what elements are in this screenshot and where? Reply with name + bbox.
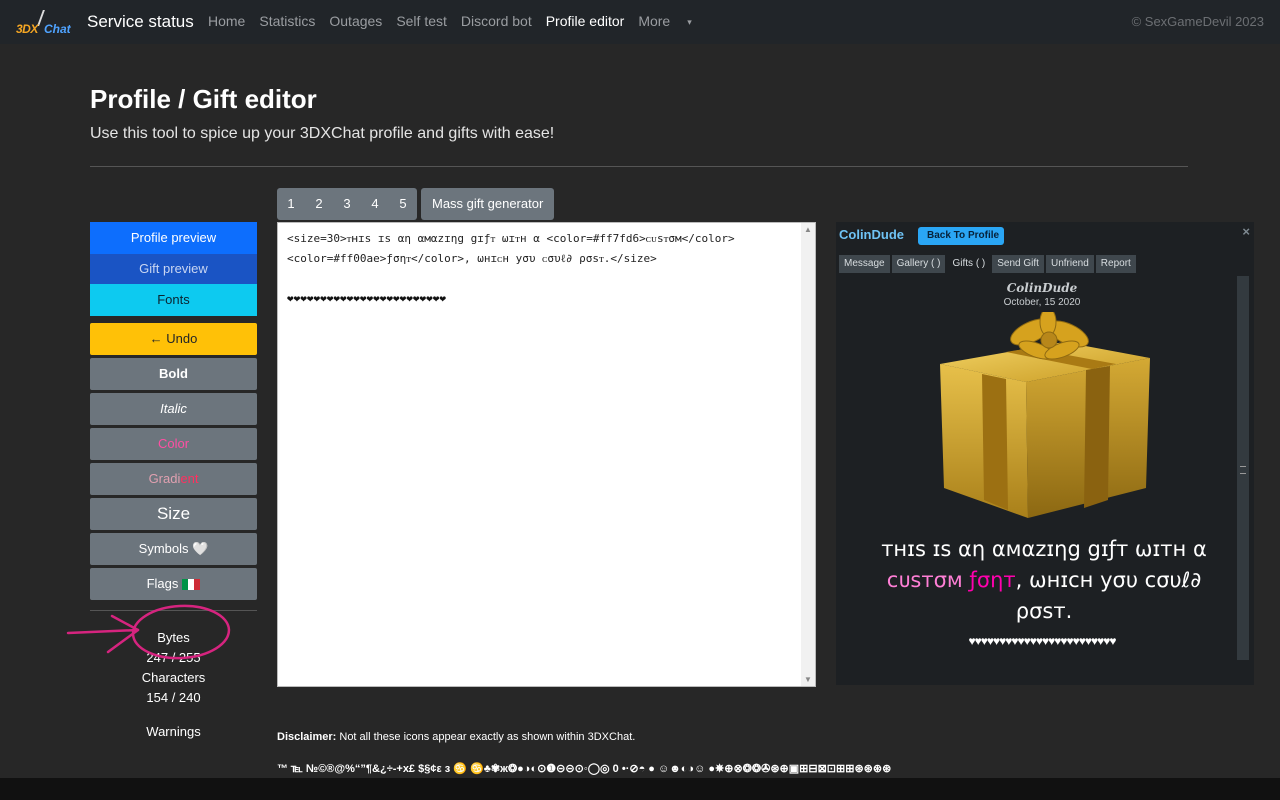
nav-outages[interactable]: Outages — [329, 13, 382, 29]
nav-home[interactable]: Home — [208, 13, 245, 29]
close-icon[interactable]: × — [1242, 224, 1250, 239]
page-subtitle: Use this tool to spice up your 3DXChat p… — [90, 125, 554, 143]
preview-username: ColinDude — [839, 227, 904, 242]
nav-more-dropdown[interactable]: More ▾ — [638, 13, 705, 29]
gift-message: ᴛʜɪs ɪs αη αмαzɪηg gɪƒᴛ ωɪᴛн α ᴄᴜsᴛσм ƒσ… — [856, 534, 1232, 627]
editor-scrollbar[interactable]: ▲ ▼ — [801, 223, 815, 686]
bold-button[interactable]: Bold — [90, 358, 257, 390]
preview-tab-send-gift[interactable]: Send Gift — [992, 255, 1044, 273]
preview-tab-gallery[interactable]: Gallery ( ) — [892, 255, 946, 273]
editor-hearts-line: ❤❤❤❤❤❤❤❤❤❤❤❤❤❤❤❤❤❤❤❤❤❤❤❤ — [287, 289, 797, 309]
gift-message-custom: ᴄᴜsᴛσм — [887, 568, 963, 592]
sidebar: Profile preview Gift preview Fonts ← Und… — [90, 222, 257, 742]
preview-scrollbar[interactable] — [1237, 276, 1249, 660]
flags-button[interactable]: Flags — [90, 568, 257, 600]
gift-preview-button[interactable]: Gift preview — [90, 254, 257, 284]
fonts-button[interactable]: Fonts — [90, 284, 257, 316]
nav-more-label: More — [638, 13, 670, 29]
page-tab-4[interactable]: 4 — [361, 188, 389, 220]
italic-button[interactable]: Italic — [90, 393, 257, 425]
color-button[interactable]: Color — [90, 428, 257, 460]
bytes-label: Bytes — [90, 628, 257, 648]
symbols-palette[interactable]: ™ ℡ №©®@%“”¶&¿÷-+x£ $§¢ε з ♋ ♋♣✾ж❂●◑◐⊙❶⊝… — [277, 762, 1207, 775]
header-divider — [90, 166, 1188, 167]
nav-links: Home Statistics Outages Self test Discor… — [208, 13, 720, 29]
page-tabs: 1 2 3 4 5 Mass gift generator — [277, 188, 554, 220]
back-to-profile-button[interactable]: Back To Profile — [918, 227, 1004, 245]
brand-title[interactable]: Service status — [87, 12, 194, 32]
gradient-label-b: ent — [180, 471, 198, 486]
page-number-group: 1 2 3 4 5 — [277, 188, 417, 220]
logo-text-left: 3DX — [16, 22, 38, 36]
navbar: 3DX Chat Service status Home Statistics … — [0, 0, 1280, 44]
scroll-grip-icon — [1240, 466, 1246, 474]
page-tab-2[interactable]: 2 — [305, 188, 333, 220]
profile-preview-button[interactable]: Profile preview — [90, 222, 257, 254]
gift-message-font: ƒσηᴛ — [969, 568, 1015, 592]
disclaimer: Disclaimer: Not all these icons appear e… — [277, 731, 635, 743]
page-tab-3[interactable]: 3 — [333, 188, 361, 220]
mass-gift-generator-button[interactable]: Mass gift generator — [421, 188, 554, 220]
italy-flag-icon — [182, 579, 200, 590]
gift-message-part-a: ᴛʜɪs ɪs αη αмαzɪηg gɪƒᴛ ωɪᴛн α — [881, 537, 1207, 561]
preview-tabs: Message Gallery ( ) Gifts ( ) Send Gift … — [839, 255, 1136, 273]
undo-button[interactable]: ← Undo — [90, 323, 257, 355]
page-tab-5[interactable]: 5 — [389, 188, 417, 220]
page-tab-1[interactable]: 1 — [277, 188, 305, 220]
scroll-down-icon[interactable]: ▼ — [804, 675, 812, 684]
gift-date: October, 15 2020 — [836, 297, 1248, 308]
gradient-label-a: Gradi — [149, 471, 181, 486]
preview-tab-unfriend[interactable]: Unfriend — [1046, 255, 1094, 273]
size-button[interactable]: Size — [90, 498, 257, 530]
logo-text-right: Chat — [44, 22, 71, 36]
gift-message-part-b: , ωнɪᴄн уσυ ᴄσυℓ∂ ρσsᴛ. — [1016, 568, 1202, 623]
gift-sender: ColinDude — [836, 281, 1248, 295]
nav-statistics[interactable]: Statistics — [259, 13, 315, 29]
caret-down-icon: ▾ — [687, 17, 692, 27]
gift-preview-panel: ColinDude Back To Profile × Message Gall… — [836, 222, 1254, 685]
preview-tab-message[interactable]: Message — [839, 255, 890, 273]
preview-tab-report[interactable]: Report — [1096, 255, 1136, 273]
bottom-bar — [0, 778, 1280, 800]
symbols-button[interactable]: Symbols 🤍 — [90, 533, 257, 565]
nav-discord-bot[interactable]: Discord bot — [461, 13, 532, 29]
disclaimer-label: Disclaimer: — [277, 731, 336, 743]
page-title: Profile / Gift editor — [90, 84, 317, 115]
disclaimer-text: Not all these icons appear exactly as sh… — [336, 731, 635, 743]
gradient-button[interactable]: Gradient — [90, 463, 257, 495]
characters-label: Characters — [90, 668, 257, 688]
warnings-label: Warnings — [90, 722, 257, 742]
editor-content[interactable]: <size=30>ᴛʜɪs ɪs αη αмαzɪηg gɪƒᴛ ωɪᴛн α … — [287, 229, 797, 309]
brand-logo[interactable]: 3DX Chat — [14, 10, 72, 36]
flags-label: Flags — [147, 576, 179, 591]
nav-profile-editor[interactable]: Profile editor — [546, 13, 625, 29]
editor-markup-text: <size=30>ᴛʜɪs ɪs αη αмαzɪηg gɪƒᴛ ωɪᴛн α … — [287, 232, 741, 265]
preview-tab-gifts[interactable]: Gifts ( ) — [947, 255, 990, 273]
gift-hearts-line: ♥♥♥♥♥♥♥♥♥♥♥♥♥♥♥♥♥♥♥♥♥♥♥♥ — [836, 634, 1248, 648]
scroll-up-icon[interactable]: ▲ — [804, 225, 812, 234]
bytes-value: 247 / 255 — [90, 648, 257, 668]
copyright: © SexGameDevil 2023 — [1132, 14, 1264, 29]
characters-value: 154 / 240 — [90, 688, 257, 708]
gift-text-editor[interactable]: <size=30>ᴛʜɪs ɪs αη αмαzɪηg gɪƒᴛ ωɪᴛн α … — [277, 222, 816, 687]
nav-self-test[interactable]: Self test — [396, 13, 447, 29]
gift-box-icon — [936, 312, 1152, 522]
